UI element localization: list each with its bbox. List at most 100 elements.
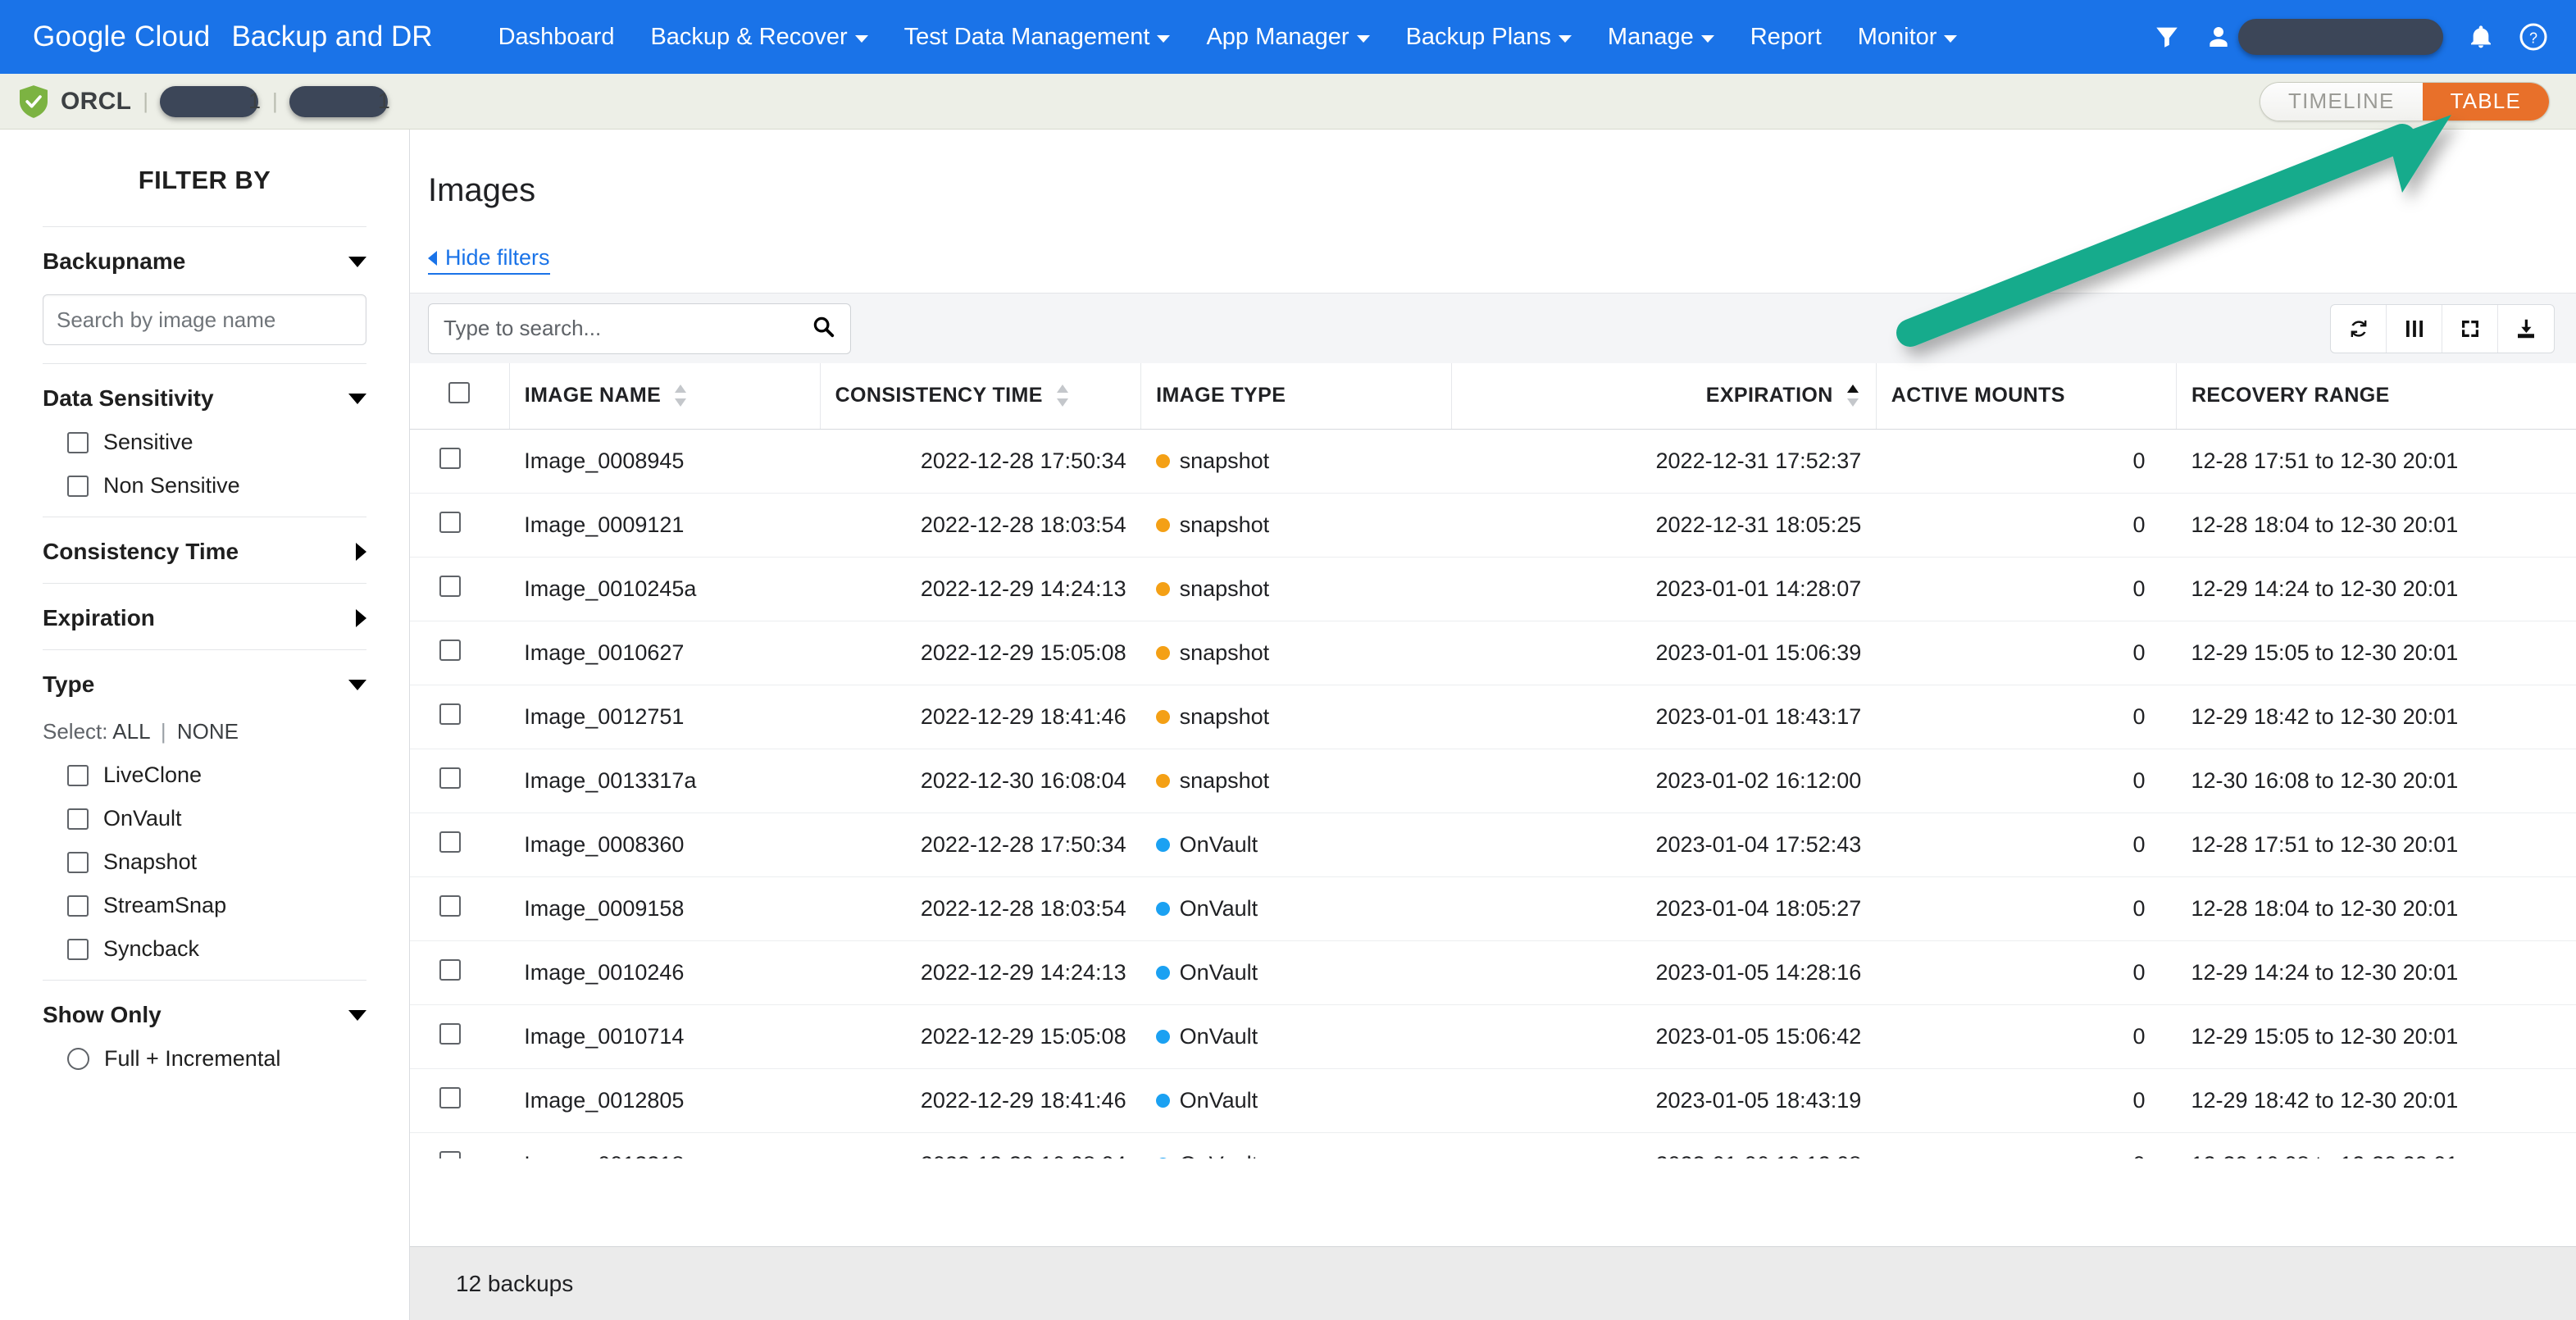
nav-item-dashboard[interactable]: Dashboard [480, 0, 633, 74]
radio-icon[interactable] [67, 1048, 89, 1070]
filter-section-label: Type [43, 671, 95, 697]
table-row[interactable]: Image_0010714 2022-12-29 15:05:08 OnVault 2… [410, 1004, 2576, 1069]
status-dot-icon [1155, 709, 1170, 724]
row-checkbox-icon[interactable] [439, 1086, 461, 1108]
select-all-checkbox-icon[interactable] [448, 382, 471, 404]
checkbox-icon[interactable] [67, 475, 89, 497]
refresh-button[interactable] [2331, 304, 2387, 353]
checkbox-sensitive[interactable]: Sensitive [67, 430, 366, 455]
nav-item-backup-plans[interactable]: Backup Plans [1388, 0, 1590, 74]
table-row[interactable]: Image_0008945 2022-12-28 17:50:34 snapshot… [410, 429, 2576, 494]
row-checkbox-icon[interactable] [439, 767, 461, 789]
row-checkbox-icon[interactable] [439, 1150, 461, 1158]
checkbox-icon[interactable] [67, 938, 89, 960]
checkbox-non-sensitive[interactable]: Non Sensitive [67, 473, 366, 498]
row-select-cell[interactable] [410, 812, 510, 877]
row-select-cell[interactable] [410, 876, 510, 941]
row-select-cell[interactable] [410, 557, 510, 621]
magnifier-icon[interactable] [811, 314, 835, 343]
table-row[interactable]: Image_0008360 2022-12-28 17:50:34 OnVault 2… [410, 812, 2576, 877]
column-header-recovery-range[interactable]: RECOVERY RANGE [2176, 363, 2576, 430]
filter-section-label: Backupname [43, 248, 186, 274]
column-header-consistency-time[interactable]: CONSISTENCY TIME [820, 363, 1142, 430]
nav-item-report[interactable]: Report [1732, 0, 1840, 74]
table-search-box[interactable] [428, 303, 851, 354]
timeline-view-button[interactable]: TIMELINE [2260, 82, 2423, 121]
radio-full-incremental[interactable]: Full + Incremental [67, 1046, 366, 1072]
checkbox-icon[interactable] [67, 808, 89, 830]
checkbox-icon[interactable] [67, 851, 89, 873]
filter-section-expiration-header[interactable]: Expiration [43, 605, 366, 631]
fullscreen-button[interactable] [2442, 304, 2498, 353]
cell-consistency-time: 2022-12-28 18:03:54 [820, 493, 1141, 558]
columns-button[interactable] [2387, 304, 2442, 353]
checkbox-liveclone[interactable]: LiveClone [67, 762, 366, 788]
column-header-image-name[interactable]: IMAGE NAME [509, 363, 821, 430]
table-row[interactable]: Image_0010246 2022-12-29 14:24:13 OnVault 2… [410, 940, 2576, 1005]
select-all-link[interactable]: ALL [112, 719, 149, 744]
row-checkbox-icon[interactable] [439, 575, 461, 597]
row-select-cell[interactable] [410, 493, 510, 558]
row-select-cell[interactable] [410, 1068, 510, 1133]
row-checkbox-icon[interactable] [439, 511, 461, 533]
table-row[interactable]: Image_00133182022-12-30 16:08:04 OnVault 2… [410, 1132, 2576, 1158]
table-scroll-area[interactable]: IMAGE NAME CONSISTENCY TIME IMAGE TYPE E… [410, 363, 2576, 1158]
cell-image-type: OnVault [1140, 940, 1452, 1005]
nav-item-test-data-management[interactable]: Test Data Management [886, 0, 1189, 74]
checkbox-icon[interactable] [67, 431, 89, 453]
cell-image-name: Image_0010714 [509, 1004, 821, 1069]
select-none-link[interactable]: NONE [177, 719, 239, 744]
google-cloud-logo[interactable]: Google Cloud [33, 20, 210, 53]
row-select-cell[interactable] [410, 940, 510, 1005]
backupname-search-input[interactable] [43, 294, 366, 345]
filter-section-data-sensitivity-header[interactable]: Data Sensitivity [43, 385, 366, 412]
product-name[interactable]: Backup and DR [231, 20, 432, 53]
column-header-select-all[interactable] [410, 363, 510, 430]
column-header-active-mounts[interactable]: ACTIVE MOUNTS [1876, 363, 2177, 430]
download-button[interactable] [2498, 305, 2554, 353]
row-checkbox-icon[interactable] [439, 894, 461, 917]
filter-section-type-header[interactable]: Type [43, 671, 366, 698]
checkbox-icon[interactable] [67, 894, 89, 917]
row-checkbox-icon[interactable] [439, 447, 461, 469]
table-row[interactable]: Image_0009158 2022-12-28 18:03:54 OnVault 2… [410, 876, 2576, 941]
table-row[interactable]: Image_0010245a 2022-12-29 14:24:13 snapsho… [410, 557, 2576, 621]
row-checkbox-icon[interactable] [439, 958, 461, 981]
nav-item-app-manager[interactable]: App Manager [1188, 0, 1387, 74]
row-select-cell[interactable] [410, 621, 510, 685]
column-header-expiration[interactable]: EXPIRATION [1451, 363, 1877, 430]
table-search-input[interactable] [444, 316, 811, 341]
table-row[interactable]: Image_0013317a 2022-12-30 16:08:04 snapsho… [410, 749, 2576, 813]
checkbox-onvault[interactable]: OnVault [67, 806, 366, 831]
column-header-image-type[interactable]: IMAGE TYPE [1140, 363, 1452, 430]
table-row[interactable]: Image_0012751 2022-12-29 18:41:46 snapshot… [410, 685, 2576, 749]
table-row[interactable]: Image_0010627 2022-12-29 15:05:08 snapshot… [410, 621, 2576, 685]
filter-section-backupname-header[interactable]: Backupname [43, 248, 366, 275]
row-select-cell[interactable] [410, 749, 510, 813]
filter-section-show-only-header[interactable]: Show Only [43, 1002, 366, 1028]
account-chip[interactable] [2205, 19, 2443, 55]
filter-section-consistency-time-header[interactable]: Consistency Time [43, 539, 366, 565]
checkbox-snapshot[interactable]: Snapshot [67, 849, 366, 875]
row-select-cell[interactable] [410, 685, 510, 749]
nav-item-monitor[interactable]: Monitor [1840, 0, 1976, 74]
hide-filters-link[interactable]: Hide filters [428, 245, 550, 275]
row-select-cell[interactable] [410, 1132, 510, 1158]
checkbox-streamsnap[interactable]: StreamSnap [67, 893, 366, 918]
checkbox-icon[interactable] [67, 764, 89, 786]
nav-item-manage[interactable]: Manage [1590, 0, 1732, 74]
row-checkbox-icon[interactable] [439, 831, 461, 853]
row-checkbox-icon[interactable] [439, 703, 461, 725]
help-circle-icon[interactable]: ? [2519, 22, 2548, 52]
table-row[interactable]: Image_0009121 2022-12-28 18:03:54 snapshot… [410, 493, 2576, 558]
nav-item-backup-recover[interactable]: Backup & Recover [632, 0, 885, 74]
filter-funnel-icon[interactable] [2153, 23, 2181, 51]
row-select-cell[interactable] [410, 1004, 510, 1069]
checkbox-syncback[interactable]: Syncback [67, 936, 366, 962]
bell-icon[interactable] [2468, 24, 2494, 50]
table-row[interactable]: Image_0012805 2022-12-29 18:41:46 OnVault 2… [410, 1068, 2576, 1133]
table-view-button[interactable]: TABLE [2422, 82, 2549, 121]
row-select-cell[interactable] [410, 429, 510, 494]
row-checkbox-icon[interactable] [439, 639, 461, 661]
row-checkbox-icon[interactable] [439, 1022, 461, 1045]
